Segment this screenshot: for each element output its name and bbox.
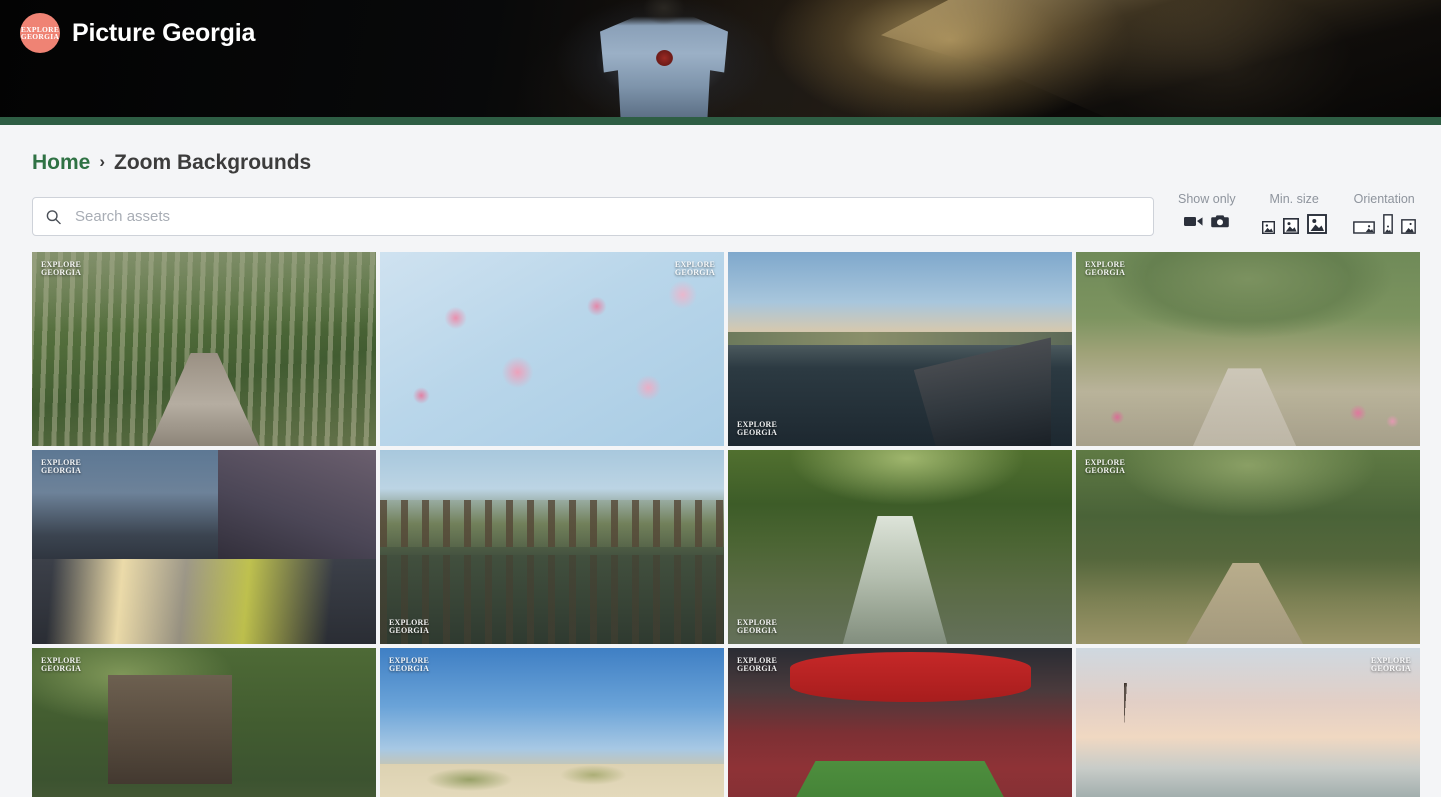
- watermark-line-2: GEORGIA: [737, 664, 778, 674]
- asset-thumbnail: [380, 252, 724, 446]
- filter-options-orientation: [1352, 214, 1416, 234]
- watermark-line-2: GEORGIA: [41, 466, 82, 476]
- orientation-portrait-icon: [1382, 214, 1393, 234]
- asset-tile[interactable]: EXPLORE GEORGIA: [380, 450, 724, 644]
- asset-thumbnail: [1076, 252, 1420, 446]
- watermark-line-2: GEORGIA: [737, 625, 778, 635]
- watermark-line-2: GEORGIA: [737, 427, 778, 437]
- orientation-square-icon-button[interactable]: [1400, 219, 1416, 234]
- photo-icon-button[interactable]: [1211, 214, 1230, 228]
- watermark-line-2: GEORGIA: [1370, 664, 1411, 674]
- hero-banner: EXPLORE GEORGIA Picture Georgia: [0, 0, 1441, 117]
- orientation-portrait-icon-button[interactable]: [1382, 214, 1393, 234]
- watermark: EXPLORE GEORGIA: [737, 618, 778, 635]
- image-small-icon-button[interactable]: [1261, 221, 1275, 234]
- asset-tile[interactable]: EXPLORE GEORGIA: [32, 450, 376, 644]
- site-brand[interactable]: EXPLORE GEORGIA Picture Georgia: [20, 13, 255, 53]
- image-medium-icon: [1282, 218, 1299, 234]
- asset-thumbnail: [32, 252, 376, 446]
- logo-line-2: GEORGIA: [20, 32, 60, 41]
- video-icon: [1184, 217, 1203, 226]
- explore-georgia-logo: EXPLORE GEORGIA: [20, 13, 60, 53]
- watermark: EXPLORE GEORGIA: [41, 458, 82, 476]
- watermark-line-2: GEORGIA: [1085, 466, 1126, 476]
- watermark: EXPLORE GEORGIA: [737, 420, 778, 437]
- watermark: EXPLORE GEORGIA: [737, 656, 778, 674]
- watermark-line-2: GEORGIA: [674, 268, 715, 278]
- asset-tile[interactable]: EXPLORE GEORGIA: [32, 252, 376, 446]
- page-title: Picture Georgia: [72, 18, 256, 47]
- asset-tile[interactable]: EXPLORE GEORGIA: [1076, 648, 1420, 797]
- watermark-line-2: GEORGIA: [389, 664, 430, 674]
- asset-thumbnail: [728, 252, 1072, 446]
- asset-tile[interactable]: EXPLORE GEORGIA: [728, 252, 1072, 446]
- watermark: EXPLORE GEORGIA: [41, 656, 82, 674]
- asset-tile[interactable]: EXPLORE GEORGIA: [380, 648, 724, 797]
- watermark: EXPLORE GEORGIA: [1085, 458, 1126, 476]
- asset-thumbnail: [32, 648, 376, 797]
- toolbar: Show only: [32, 192, 1416, 236]
- chevron-right-icon: ›: [99, 152, 106, 171]
- filter-controls: Show only Min. size Orientation: [1178, 192, 1416, 236]
- filter-options-show-only: [1184, 214, 1230, 228]
- asset-thumbnail: [380, 648, 724, 797]
- asset-thumbnail: [1076, 450, 1420, 644]
- asset-thumbnail: [728, 648, 1072, 797]
- asset-thumbnail: [380, 450, 724, 644]
- asset-tile[interactable]: EXPLORE GEORGIA: [380, 252, 724, 446]
- video-icon-button[interactable]: [1184, 215, 1203, 228]
- filter-options-min-size: [1261, 214, 1327, 234]
- watermark-line-2: GEORGIA: [41, 664, 82, 674]
- watermark-line-2: GEORGIA: [389, 625, 430, 635]
- filter-group-orientation: Orientation: [1352, 192, 1416, 234]
- watermark: EXPLORE GEORGIA: [674, 260, 715, 278]
- image-medium-icon-button[interactable]: [1282, 218, 1299, 234]
- watermark-line-2: GEORGIA: [41, 268, 82, 278]
- asset-tile[interactable]: EXPLORE GEORGIA: [728, 648, 1072, 797]
- hero-green-rule: [0, 117, 1441, 125]
- asset-thumbnail: [1076, 648, 1420, 797]
- orientation-square-icon: [1400, 219, 1416, 234]
- asset-thumbnail: [32, 450, 376, 644]
- search-input[interactable]: [32, 197, 1154, 236]
- watermark: EXPLORE GEORGIA: [41, 260, 82, 278]
- watermark: EXPLORE GEORGIA: [1370, 656, 1411, 674]
- breadcrumb: Home › Zoom Backgrounds: [32, 151, 1409, 175]
- filter-label-min-size: Min. size: [1269, 192, 1319, 206]
- asset-grid: EXPLORE GEORGIA EXPLORE GEORGIA EXPLORE GEORG…: [32, 252, 1420, 797]
- image-large-icon-button[interactable]: [1306, 214, 1327, 234]
- filter-group-min-size: Min. size: [1261, 192, 1327, 234]
- asset-tile[interactable]: EXPLORE GEORGIA: [1076, 450, 1420, 644]
- asset-tile[interactable]: EXPLORE GEORGIA: [32, 648, 376, 797]
- page-content: Home › Zoom Backgrounds Show only: [0, 125, 1441, 797]
- asset-tile[interactable]: EXPLORE GEORGIA: [1076, 252, 1420, 446]
- search-container: [32, 197, 1154, 236]
- breadcrumb-home-link[interactable]: Home: [32, 151, 90, 175]
- watermark: EXPLORE GEORGIA: [389, 656, 430, 674]
- watermark-line-2: GEORGIA: [1085, 268, 1126, 278]
- watermark: EXPLORE GEORGIA: [389, 618, 430, 635]
- watermark: EXPLORE GEORGIA: [1085, 260, 1126, 278]
- photo-icon: [1211, 215, 1230, 228]
- image-large-icon: [1306, 214, 1327, 234]
- asset-tile[interactable]: EXPLORE GEORGIA: [728, 450, 1072, 644]
- breadcrumb-current: Zoom Backgrounds: [114, 151, 312, 174]
- filter-group-show-only: Show only: [1178, 192, 1236, 234]
- filter-label-show-only: Show only: [1178, 192, 1236, 206]
- asset-thumbnail: [728, 450, 1072, 644]
- orientation-landscape-icon-button[interactable]: [1352, 221, 1375, 234]
- orientation-landscape-icon: [1352, 221, 1375, 234]
- image-small-icon: [1261, 221, 1275, 234]
- filter-label-orientation: Orientation: [1353, 192, 1415, 206]
